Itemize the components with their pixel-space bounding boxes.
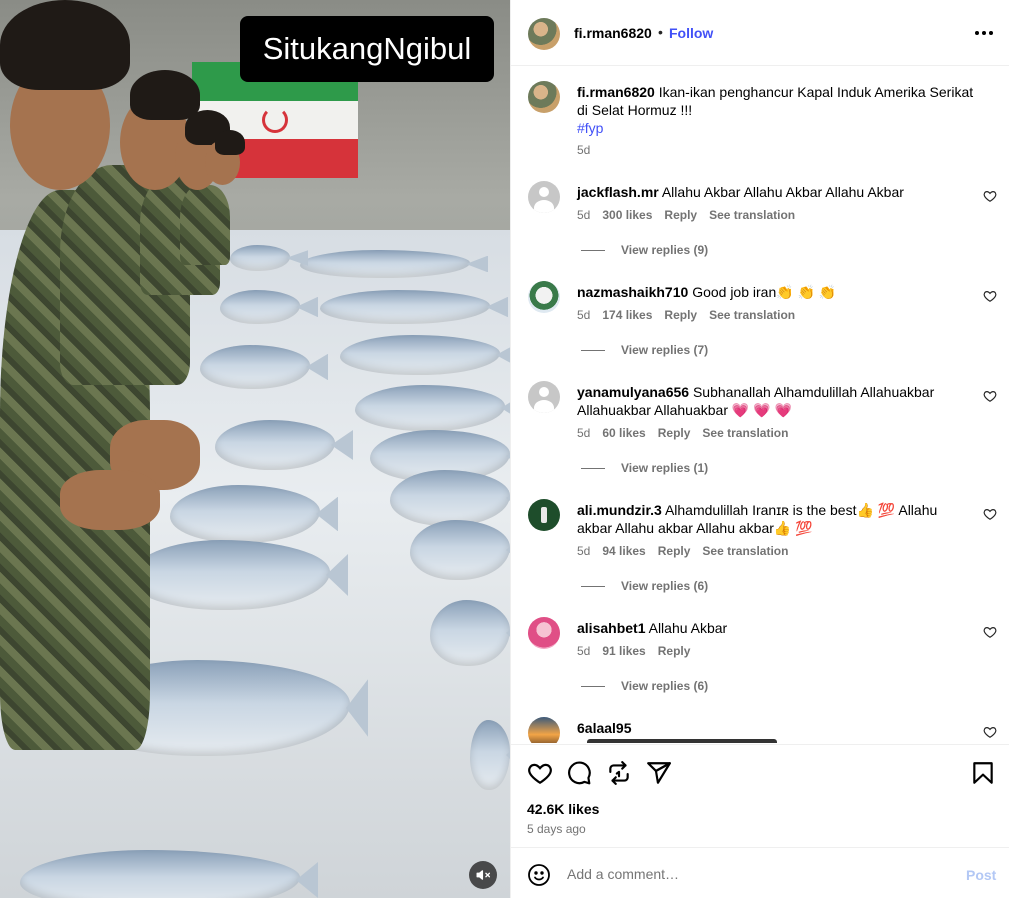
reply-button[interactable]: Reply	[664, 308, 697, 322]
author-username[interactable]: fi.rman6820	[574, 25, 652, 41]
comment-text: Allahu Akbar	[648, 620, 728, 636]
comment-icon[interactable]	[566, 760, 592, 786]
avatar[interactable]	[528, 381, 560, 413]
comment-age: 5d	[577, 308, 591, 322]
avatar[interactable]	[528, 617, 560, 649]
comment-media-preview	[587, 739, 777, 743]
comment-username[interactable]: jackflash.mr	[577, 184, 659, 200]
comment-input[interactable]	[567, 866, 947, 882]
post-actions: 42.6K likes 5 days ago	[511, 744, 1009, 848]
view-replies-label: View replies (9)	[621, 243, 709, 257]
comment-likes[interactable]: 60 likes	[602, 426, 645, 440]
reply-button[interactable]: Reply	[658, 426, 691, 440]
comment-likes[interactable]: 300 likes	[602, 208, 652, 222]
see-translation-link[interactable]: See translation	[702, 426, 788, 440]
video-frame	[0, 0, 510, 898]
emoji-icon[interactable]	[527, 863, 551, 887]
post-header: fi.rman6820 • Follow	[511, 0, 1009, 66]
reply-button[interactable]: Reply	[664, 208, 697, 222]
comment-age: 5d	[577, 208, 591, 222]
hashtag-link[interactable]: #fyp	[577, 120, 603, 136]
view-replies-button[interactable]: View replies (6)	[581, 679, 708, 693]
comment-text: Good job iran👏 👏 👏	[692, 284, 837, 300]
post-media[interactable]: SitukangNgibul	[0, 0, 510, 898]
heart-icon[interactable]	[983, 389, 997, 403]
avatar[interactable]	[528, 499, 560, 531]
view-replies-button[interactable]: View replies (6)	[581, 579, 708, 593]
post-timestamp: 5 days ago	[527, 822, 586, 836]
comment-age: 5d	[577, 544, 591, 558]
comment-age: 5d	[577, 644, 591, 658]
watermark-label: SitukangNgibul	[240, 16, 494, 82]
avatar[interactable]	[528, 717, 560, 743]
reply-button[interactable]: Reply	[658, 644, 691, 658]
avatar[interactable]	[528, 81, 560, 113]
view-replies-button[interactable]: View replies (7)	[581, 343, 708, 357]
follow-button[interactable]: Follow	[669, 25, 713, 41]
comment-age: 5d	[577, 426, 591, 440]
heart-icon[interactable]	[983, 625, 997, 639]
caption-username[interactable]: fi.rman6820	[577, 84, 655, 100]
bookmark-icon[interactable]	[970, 760, 996, 786]
likes-count[interactable]: 42.6K likes	[527, 801, 599, 817]
share-icon[interactable]	[646, 760, 672, 786]
comment-username[interactable]: nazmashaikh710	[577, 284, 688, 300]
view-replies-button[interactable]: View replies (1)	[581, 461, 708, 475]
avatar[interactable]	[528, 18, 560, 50]
see-translation-link[interactable]: See translation	[709, 308, 795, 322]
comments-list[interactable]: fi.rman6820 Ikan-ikan penghancur Kapal I…	[511, 67, 1009, 743]
comment-username[interactable]: ali.mundzir.3	[577, 502, 662, 518]
view-replies-button[interactable]: View replies (9)	[581, 243, 708, 257]
comment-likes[interactable]: 94 likes	[602, 544, 645, 558]
comment-likes[interactable]: 91 likes	[602, 644, 645, 658]
see-translation-link[interactable]: See translation	[702, 544, 788, 558]
heart-icon[interactable]	[527, 760, 553, 786]
avatar[interactable]	[528, 181, 560, 213]
post-side-panel: fi.rman6820 • Follow fi.rman6820 Ikan-ik…	[510, 0, 1009, 898]
see-translation-link[interactable]: See translation	[709, 208, 795, 222]
view-replies-label: View replies (6)	[621, 679, 709, 693]
heart-icon[interactable]	[983, 507, 997, 521]
view-replies-label: View replies (7)	[621, 343, 709, 357]
comment-username[interactable]: 6alaal95	[577, 720, 632, 736]
heart-icon[interactable]	[983, 289, 997, 303]
comment-likes[interactable]: 174 likes	[602, 308, 652, 322]
add-comment-bar: Post	[511, 850, 1009, 898]
more-options-icon[interactable]	[972, 24, 996, 42]
avatar[interactable]	[528, 281, 560, 313]
heart-icon[interactable]	[983, 725, 997, 739]
caption-age: 5d	[577, 143, 591, 157]
heart-icon[interactable]	[983, 189, 997, 203]
mute-speaker-icon[interactable]	[469, 861, 497, 889]
repost-icon[interactable]	[606, 760, 632, 786]
view-replies-label: View replies (1)	[621, 461, 709, 475]
comment-text: Allahu Akbar Allahu Akbar Allahu Akbar	[661, 184, 904, 200]
comment-username[interactable]: alisahbet1	[577, 620, 645, 636]
reply-button[interactable]: Reply	[658, 544, 691, 558]
view-replies-label: View replies (6)	[621, 579, 709, 593]
post-button[interactable]: Post	[966, 867, 996, 883]
comment-username[interactable]: yanamulyana656	[577, 384, 689, 400]
separator-dot: •	[658, 24, 663, 40]
